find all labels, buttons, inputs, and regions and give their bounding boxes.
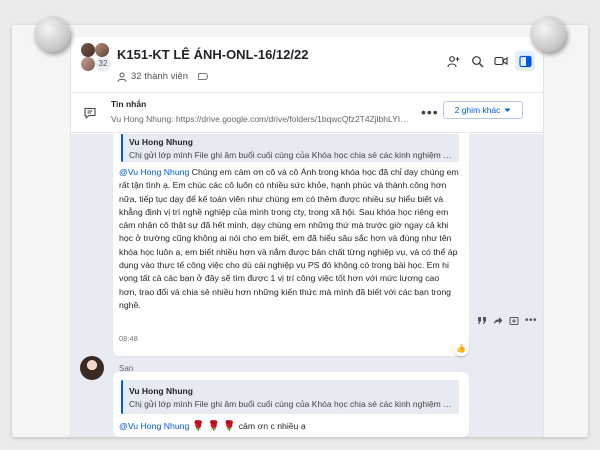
video-call-button[interactable] <box>491 51 511 71</box>
sidebar-toggle-button[interactable] <box>515 51 535 71</box>
pinned-message-icon <box>84 107 96 119</box>
mention[interactable]: @Vu Hong Nhung <box>119 167 189 177</box>
sender-avatar[interactable] <box>80 356 104 380</box>
pinned-text: Vu Hong Nhung: https://drive.google.com/… <box>111 114 411 124</box>
message-actions: ••• <box>477 315 537 326</box>
member-avatar <box>81 43 95 57</box>
mention[interactable]: @Vu Hong Nhung <box>119 420 189 433</box>
chat-window: 32 K151-KT LÊ ÁNH-ONL-16/12/22 32 thành … <box>70 37 544 437</box>
rose-emoji-icon: 🌹 <box>192 421 205 432</box>
user-icon <box>117 72 127 82</box>
avatar-count-badge: 32 <box>95 57 111 71</box>
message-time: 08:48 <box>119 334 138 343</box>
pinned-message-bar[interactable]: Tin nhắn Vu Hong Nhung: https://drive.go… <box>71 93 543 133</box>
message-bubble-main[interactable]: @Vu Hong Nhung Chúng em cảm ơn cô và cô … <box>113 164 469 356</box>
message-text: @Vu Hong Nhung 🌹 🌹 🌹 cảm ơn c nhiều ạ <box>119 420 459 433</box>
pinned-more-button[interactable]: 2 ghim khác <box>443 101 523 119</box>
video-call-icon <box>494 56 508 66</box>
search-icon <box>471 55 483 67</box>
like-button[interactable]: 👍 <box>453 340 469 356</box>
message-bubble-2[interactable]: Vu Hong Nhung Chị gửi lớp mình File ghi … <box>113 372 469 437</box>
sidebar-toggle-icon <box>518 55 532 67</box>
quote-icon[interactable] <box>477 316 487 325</box>
pushpin-left <box>34 16 70 52</box>
search-button[interactable] <box>467 51 487 71</box>
header-toolbar <box>443 51 535 71</box>
message-list[interactable]: Vu Hong Nhung Chị gửi lớp mình File ghi … <box>71 134 543 437</box>
forward-icon[interactable] <box>493 316 503 325</box>
add-member-icon <box>446 55 459 67</box>
quote-author: Vu Hong Nhung <box>129 386 193 396</box>
chat-header: 32 K151-KT LÊ ÁNH-ONL-16/12/22 32 thành … <box>71 37 543 93</box>
quote-text: Chị gửi lớp mình File ghi âm buổi cuối c… <box>129 399 453 409</box>
pinned-label: Tin nhắn <box>111 99 147 109</box>
pinned-more-label: 2 ghim khác <box>454 105 501 115</box>
message-text: @Vu Hong Nhung Chúng em cảm ơn cô và cô … <box>119 166 459 312</box>
tag-icon[interactable] <box>198 73 209 80</box>
pinned-more-menu[interactable]: ••• <box>421 104 439 120</box>
quote-author: Vu Hong Nhung <box>129 137 193 147</box>
message-body: cảm ơn c nhiều ạ <box>238 421 306 431</box>
rose-emoji-icon: 🌹 <box>207 421 221 432</box>
group-title: K151-KT LÊ ÁNH-ONL-16/12/22 <box>117 47 309 62</box>
member-count[interactable]: 32 thành viên <box>117 71 209 82</box>
paper-sheet: 32 K151-KT LÊ ÁNH-ONL-16/12/22 32 thành … <box>12 25 588 437</box>
more-options-icon[interactable]: ••• <box>525 315 537 326</box>
caret-down-icon <box>504 108 511 112</box>
rose-emoji-icon: 🌹 <box>223 421 236 432</box>
member-count-label: 32 thành viên <box>131 71 189 82</box>
pushpin-right <box>530 16 566 52</box>
quoted-message[interactable]: Vu Hong Nhung Chị gửi lớp mình File ghi … <box>121 380 459 414</box>
quoted-message[interactable]: Vu Hong Nhung Chị gửi lớp mình File ghi … <box>121 134 459 162</box>
quote-text: Chị gửi lớp mình File ghi âm buổi cuối c… <box>129 150 453 160</box>
more-icon[interactable] <box>509 316 519 326</box>
message-body: Chúng em cảm ơn cô và cô Ánh trong khóa … <box>119 167 459 310</box>
group-avatar[interactable]: 32 <box>81 43 111 73</box>
like-icon: 👍 <box>456 343 466 353</box>
member-avatar <box>95 43 109 57</box>
member-avatar <box>81 57 95 71</box>
add-member-button[interactable] <box>443 51 463 71</box>
